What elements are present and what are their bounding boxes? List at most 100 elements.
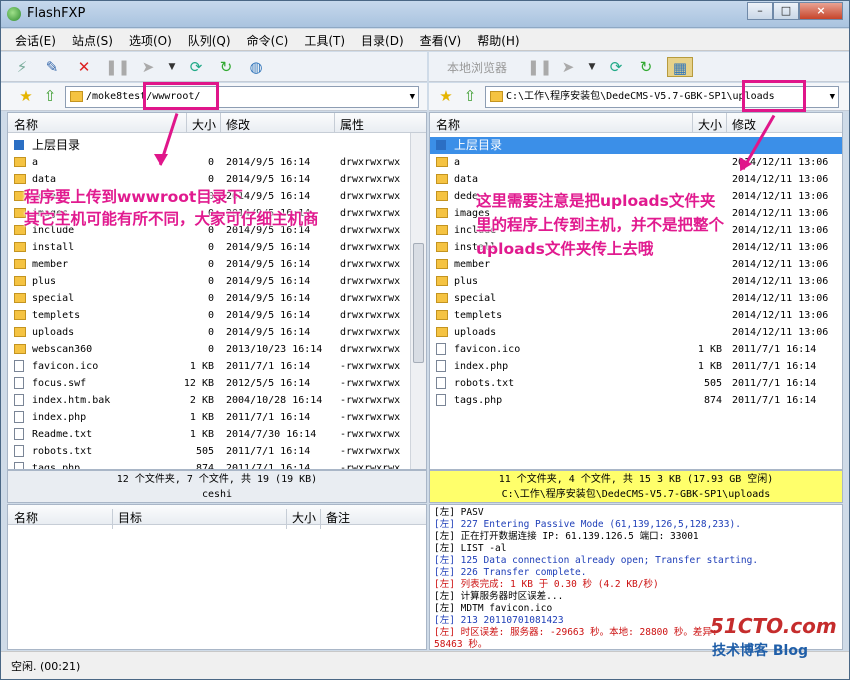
folder-icon xyxy=(14,242,26,252)
file-attr: -rwxrwxrwx xyxy=(340,361,401,372)
file-row[interactable]: plus 2014/12/11 13:06 xyxy=(430,273,842,290)
left-path-field[interactable]: /moke8test/wwwroot/ ▼ xyxy=(65,86,419,108)
file-row[interactable]: install 0 2014/9/5 16:14 drwxrwxrwx xyxy=(8,239,426,256)
globe-icon[interactable]: ◍ xyxy=(245,57,267,77)
menu-sites[interactable]: 站点(S) xyxy=(64,29,121,50)
file-row[interactable]: a 0 2014/9/5 16:14 drwxrwxrwx xyxy=(8,154,426,171)
connect-icon[interactable]: ⚡ xyxy=(11,57,33,77)
file-row[interactable]: robots.txt 505 2011/7/1 16:14 -rwxrwxrwx xyxy=(8,443,426,460)
folder-icon xyxy=(436,259,448,269)
menu-options[interactable]: 选项(O) xyxy=(121,29,180,50)
file-row[interactable]: templets 2014/12/11 13:06 xyxy=(430,307,842,324)
transfer-icon[interactable]: ➤ xyxy=(137,57,159,77)
folder-icon xyxy=(70,91,83,102)
star-icon[interactable]: ★ xyxy=(15,86,37,106)
file-row[interactable]: member 0 2014/9/5 16:14 drwxrwxrwx xyxy=(8,256,426,273)
file-row[interactable]: index.php 1 KB 2011/7/1 16:14 -rwxrwxrwx xyxy=(8,409,426,426)
menu-queue[interactable]: 队列(Q) xyxy=(180,29,239,50)
window-title: FlashFXP xyxy=(27,6,86,21)
app-window: FlashFXP – □ × 会话(E) 站点(S) 选项(O) 队列(Q) 命… xyxy=(0,0,850,680)
file-row[interactable]: index.php 1 KB 2011/7/1 16:14 xyxy=(430,358,842,375)
log-line: [左] 227 Entering Passive Mode (61,139,12… xyxy=(434,519,741,530)
menu-directory[interactable]: 目录(D) xyxy=(353,29,412,50)
star-icon[interactable]: ★ xyxy=(435,86,457,106)
col-modified[interactable]: 修改 xyxy=(732,116,756,133)
annotation-right-1: 这里需要注意是把uploads文件夹 xyxy=(476,192,716,210)
col-modified[interactable]: 修改 xyxy=(226,116,250,133)
close-button[interactable]: × xyxy=(799,2,843,20)
file-name: Readme.txt xyxy=(32,429,93,440)
file-row[interactable]: a 2014/12/11 13:06 xyxy=(430,154,842,171)
file-attr: -rwxrwxrwx xyxy=(340,395,401,406)
annotation-left-2: 其它主机可能有所不同，大家可仔细主机商 xyxy=(24,210,319,228)
col-size[interactable]: 大小 xyxy=(192,116,216,133)
file-row[interactable]: focus.swf 12 KB 2012/5/5 16:14 -rwxrwxrwx xyxy=(8,375,426,392)
file-row[interactable]: special 2014/12/11 13:06 xyxy=(430,290,842,307)
log-line: [左] MDTM favicon.ico xyxy=(434,603,553,614)
file-row[interactable]: tags.php 874 2011/7/1 16:14 xyxy=(430,392,842,409)
transfer-icon[interactable]: ➤ xyxy=(557,57,579,77)
local-browser-button[interactable]: 本地浏览器 xyxy=(447,59,507,76)
col-name[interactable]: 名称 xyxy=(14,116,38,133)
queue-col-note[interactable]: 备注 xyxy=(326,509,350,526)
remote-scrollbar[interactable] xyxy=(410,133,426,469)
file-date: 2012/5/5 16:14 xyxy=(226,378,311,389)
file-date: 2014/9/5 16:14 xyxy=(226,157,311,168)
file-row[interactable]: uploads 2014/12/11 13:06 xyxy=(430,324,842,341)
col-attributes[interactable]: 属性 xyxy=(340,116,364,133)
refresh-list-icon[interactable]: ⟳ xyxy=(605,57,627,77)
refresh-list-icon[interactable]: ⟳ xyxy=(185,57,207,77)
col-name[interactable]: 名称 xyxy=(436,116,460,133)
pause-icon[interactable]: ❚❚ xyxy=(527,57,552,77)
file-date: 2014/9/5 16:14 xyxy=(226,259,311,270)
file-row[interactable]: tags.php 874 2011/7/1 16:14 -rwxrwxrwx xyxy=(8,460,426,469)
quick-connect-icon[interactable]: ✎ xyxy=(41,57,63,77)
chevron-down-icon[interactable]: ▼ xyxy=(830,87,835,107)
parent-dir-row[interactable]: 上层目录 xyxy=(8,137,426,154)
file-row[interactable]: index.htm.bak 2 KB 2004/10/28 16:14 -rwxrwx… xyxy=(8,392,426,409)
refresh-icon[interactable]: ↻ xyxy=(635,57,657,77)
up-folder-icon[interactable]: ⇧ xyxy=(459,86,481,106)
file-row[interactable]: webscan360 0 2013/10/23 16:14 drwxrwxrwx xyxy=(8,341,426,358)
pause-icon[interactable]: ❚❚ xyxy=(105,57,130,77)
file-row[interactable]: robots.txt 505 2011/7/1 16:14 xyxy=(430,375,842,392)
file-attr: -rwxrwxrwx xyxy=(340,378,401,389)
file-row[interactable]: data 2014/12/11 13:06 xyxy=(430,171,842,188)
menu-view[interactable]: 查看(V) xyxy=(412,29,470,50)
queue-col-size[interactable]: 大小 xyxy=(292,509,316,526)
annotation-right-3: uploads文件夹传上去哦 xyxy=(476,240,654,258)
file-size: 0 xyxy=(207,293,214,304)
queue-col-name[interactable]: 名称 xyxy=(14,509,38,526)
file-size: 1 KB xyxy=(189,412,214,423)
file-size: 1 KB xyxy=(697,361,722,372)
file-row[interactable]: favicon.ico 1 KB 2011/7/1 16:14 xyxy=(430,341,842,358)
maximize-button[interactable]: □ xyxy=(773,2,799,20)
col-size[interactable]: 大小 xyxy=(698,116,722,133)
menu-help[interactable]: 帮助(H) xyxy=(469,29,527,50)
parent-dir-row[interactable]: 上层目录 xyxy=(430,137,842,154)
minimize-button[interactable]: – xyxy=(747,2,773,20)
up-folder-icon[interactable]: ⇧ xyxy=(39,86,61,106)
file-row[interactable]: Readme.txt 1 KB 2014/7/30 16:14 -rwxrwxrwx xyxy=(8,426,426,443)
scroll-thumb[interactable] xyxy=(413,243,424,363)
disconnect-icon[interactable]: ✕ xyxy=(73,57,95,77)
menu-tools[interactable]: 工具(T) xyxy=(296,29,353,50)
chevron-down-icon[interactable]: ▼ xyxy=(410,87,415,107)
file-row[interactable]: special 0 2014/9/5 16:14 drwxrwxrwx xyxy=(8,290,426,307)
folder-view-icon[interactable]: ▦ xyxy=(667,57,693,77)
menu-commands[interactable]: 命令(C) xyxy=(239,29,297,50)
chevron-down-icon[interactable]: ▼ xyxy=(581,57,603,77)
file-row[interactable]: plus 0 2014/9/5 16:14 drwxrwxrwx xyxy=(8,273,426,290)
menu-session[interactable]: 会话(E) xyxy=(7,29,64,50)
chevron-down-icon[interactable]: ▼ xyxy=(161,57,183,77)
file-row[interactable]: templets 0 2014/9/5 16:14 drwxrwxrwx xyxy=(8,307,426,324)
file-row[interactable]: favicon.ico 1 KB 2011/7/1 16:14 -rwxrwxrwx xyxy=(8,358,426,375)
file-name: focus.swf xyxy=(32,378,87,389)
file-row[interactable]: uploads 0 2014/9/5 16:14 drwxrwxrwx xyxy=(8,324,426,341)
transfer-queue[interactable]: 名称 目标 大小 备注 xyxy=(7,504,427,650)
queue-col-target[interactable]: 目标 xyxy=(118,509,142,526)
queue-header: 名称 目标 大小 备注 xyxy=(8,505,426,529)
file-attr: drwxrwxrwx xyxy=(340,174,401,185)
refresh-icon[interactable]: ↻ xyxy=(215,57,237,77)
file-size: 505 xyxy=(195,446,214,457)
